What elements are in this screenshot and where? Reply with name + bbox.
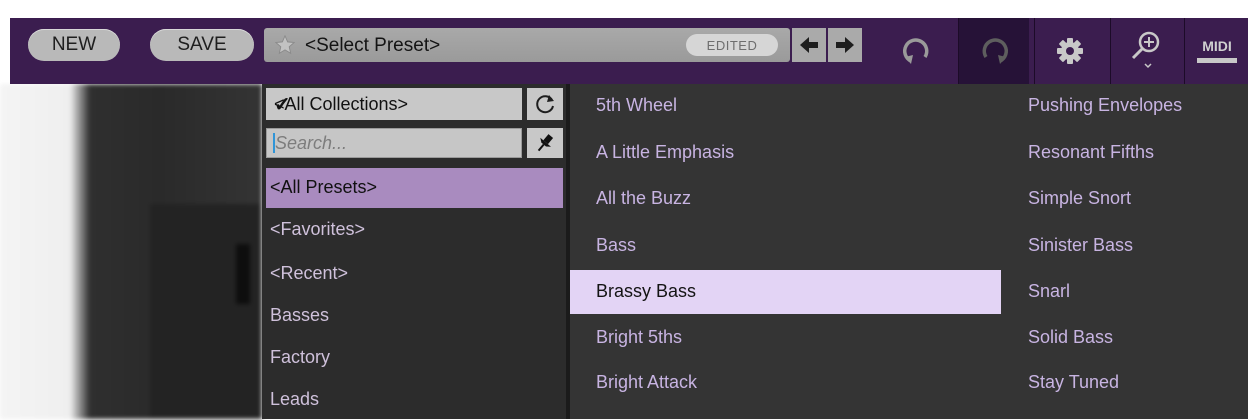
collection-item-label: Factory <box>270 347 331 367</box>
zoom-icon <box>1131 31 1160 69</box>
midi-label: MIDI <box>1202 38 1232 54</box>
collections-panel: <All Collections> ✓ Search... <All Prese… <box>262 84 568 419</box>
midi-button[interactable]: MIDI <box>1184 18 1248 84</box>
star-icon[interactable] <box>274 34 296 56</box>
collection-item-basses[interactable]: Basses <box>266 296 563 336</box>
preset-item[interactable]: Pushing Envelopes <box>1024 84 1248 128</box>
preset-item[interactable]: Bright 5ths <box>570 316 1000 360</box>
preset-item[interactable]: Stay Tuned <box>1024 361 1248 405</box>
preset-item-label: 5th Wheel <box>596 95 678 115</box>
preset-toolbar: NEW SAVE <Select Preset> EDITED MIDI <box>10 18 1248 84</box>
next-arrow-icon <box>836 37 854 53</box>
next-preset-button[interactable] <box>828 28 862 62</box>
pin-button[interactable] <box>527 128 563 158</box>
refresh-button[interactable] <box>527 88 563 120</box>
settings-button[interactable] <box>1034 18 1105 84</box>
host-background <box>0 84 262 419</box>
presets-panel: 5th Wheel A Little Emphasis All the Buzz… <box>570 84 1248 419</box>
undo-button[interactable] <box>882 18 952 84</box>
collections-dropdown[interactable]: <All Collections> ✓ <box>266 88 522 120</box>
gear-icon <box>1057 38 1083 64</box>
prev-arrow-icon <box>800 37 818 53</box>
new-button[interactable]: NEW <box>28 29 120 61</box>
preset-item[interactable]: 5th Wheel <box>570 84 1000 128</box>
preset-item-label: Simple Snort <box>1028 188 1132 208</box>
preset-item-label: Bright 5ths <box>596 327 683 347</box>
preset-item[interactable]: Snarl <box>1024 270 1248 314</box>
preset-item-label: A Little Emphasis <box>596 142 735 162</box>
preset-item[interactable]: Resonant Fifths <box>1024 131 1248 175</box>
preset-item-label: Bright Attack <box>596 372 698 392</box>
preset-selector[interactable]: <Select Preset> EDITED <box>264 28 790 62</box>
redo-icon <box>982 38 1008 64</box>
preset-item[interactable]: Bright Attack <box>570 361 1000 405</box>
preset-item-label: Resonant Fifths <box>1028 142 1155 162</box>
preset-item-label: Stay Tuned <box>1028 372 1120 392</box>
collection-item-label: <Favorites> <box>270 219 366 239</box>
host-background-bar <box>236 244 250 304</box>
edited-badge: EDITED <box>686 34 778 56</box>
preset-item[interactable]: A Little Emphasis <box>570 131 1000 175</box>
search-input[interactable]: Search... <box>266 128 522 158</box>
collection-item-label: Leads <box>270 389 320 409</box>
preset-item-label: Sinister Bass <box>1028 235 1134 255</box>
preset-item[interactable]: Simple Snort <box>1024 177 1248 221</box>
preset-item-label: Bass <box>596 235 637 255</box>
collection-item-label: Basses <box>270 305 330 325</box>
zoom-button[interactable] <box>1110 18 1181 84</box>
redo-button[interactable] <box>958 18 1029 84</box>
preset-item-label: Snarl <box>1028 281 1071 301</box>
search-placeholder: Search... <box>275 133 348 153</box>
collection-item-label: <All Presets> <box>270 177 378 197</box>
midi-icon: MIDI <box>1197 38 1237 63</box>
undo-icon <box>903 38 929 64</box>
collection-item-recent[interactable]: <Recent> <box>266 254 563 294</box>
pin-icon <box>537 134 554 152</box>
chevron-down-icon: ✓ <box>274 94 291 116</box>
preset-name: <Select Preset> <box>305 35 441 56</box>
refresh-icon <box>536 95 554 114</box>
preset-item[interactable]: Solid Bass <box>1024 316 1248 360</box>
preset-item[interactable]: All the Buzz <box>570 177 1000 221</box>
prev-preset-button[interactable] <box>792 28 826 62</box>
collection-item-label: <Recent> <box>270 263 349 283</box>
collection-item-factory[interactable]: Factory <box>266 338 563 378</box>
collection-item-all-presets[interactable]: <All Presets> <box>266 168 563 208</box>
preset-item[interactable]: Sinister Bass <box>1024 224 1248 268</box>
save-button[interactable]: SAVE <box>150 29 254 61</box>
collection-item-leads[interactable]: Leads <box>266 380 563 420</box>
preset-item[interactable]: Bass <box>570 224 1000 268</box>
preset-item-label: Pushing Envelopes <box>1028 95 1183 115</box>
host-background-panel <box>150 204 260 419</box>
preset-item-label: Solid Bass <box>1028 327 1114 347</box>
preset-item-label: All the Buzz <box>596 188 692 208</box>
preset-item-highlighted[interactable]: Brassy Bass <box>570 270 1001 314</box>
preset-item-label: Brassy Bass <box>596 281 697 301</box>
collection-item-favorites[interactable]: <Favorites> <box>266 210 563 250</box>
